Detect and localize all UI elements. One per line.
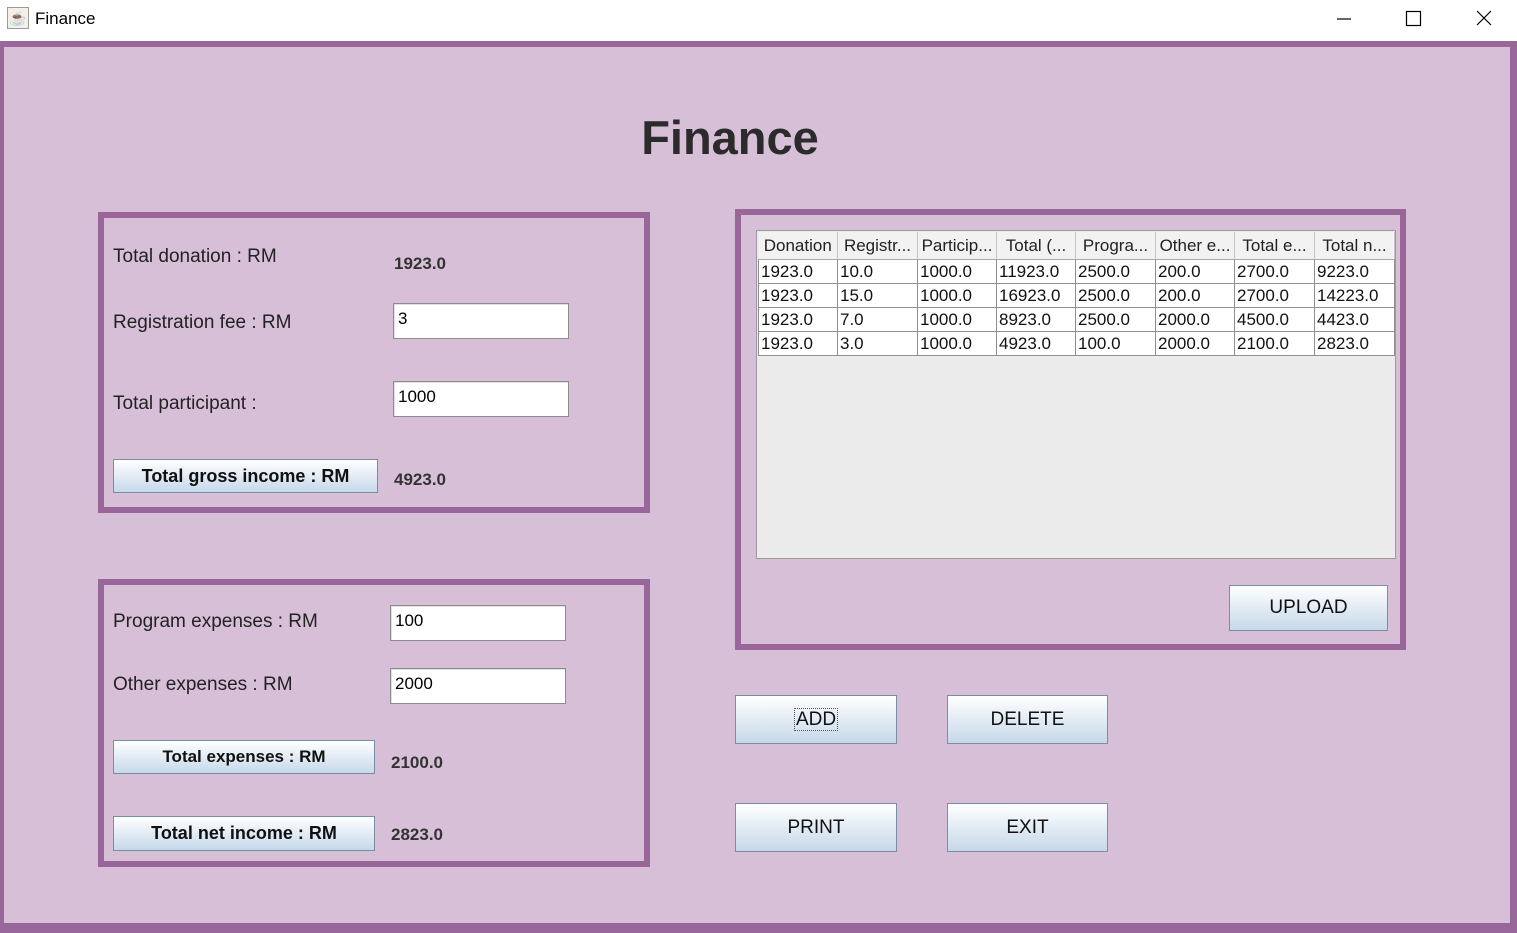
- table-cell[interactable]: 1923.0: [758, 307, 838, 332]
- table-cell[interactable]: 4500.0: [1234, 307, 1315, 332]
- table-row[interactable]: 1923.0 15.0 1000.0 16923.0 2500.0 200.0 2700.0…: [758, 283, 1395, 308]
- minimize-icon: [1337, 18, 1351, 20]
- records-panel: Donation Registr... Particip... Total (... P…: [735, 209, 1406, 650]
- column-header[interactable]: Registr...: [837, 232, 918, 260]
- column-header[interactable]: Total e...: [1234, 232, 1315, 260]
- other-expenses-label: Other expenses : RM: [113, 674, 293, 695]
- net-income-value: 2823.0: [391, 825, 443, 844]
- table-cell[interactable]: 1000.0: [917, 259, 997, 284]
- minimize-button[interactable]: [1320, 0, 1366, 38]
- table-cell[interactable]: 200.0: [1155, 259, 1235, 284]
- total-expenses-value: 2100.0: [391, 753, 443, 772]
- table-cell[interactable]: 8923.0: [996, 307, 1076, 332]
- donation-value: 1923.0: [394, 254, 446, 273]
- participant-label: Total participant :: [113, 393, 257, 414]
- column-header[interactable]: Donation: [758, 232, 838, 260]
- income-panel: Total donation : RM 1923.0 Registration …: [98, 212, 650, 513]
- java-coffee-cup-icon: ☕: [7, 7, 29, 29]
- table-cell[interactable]: 15.0: [837, 283, 918, 308]
- table-cell[interactable]: 10.0: [837, 259, 918, 284]
- column-header[interactable]: Progra...: [1075, 232, 1156, 260]
- page-title: Finance: [641, 111, 819, 164]
- table-cell[interactable]: 16923.0: [996, 283, 1076, 308]
- table-cell[interactable]: 1923.0: [758, 283, 838, 308]
- table-cell[interactable]: 2700.0: [1234, 259, 1315, 284]
- close-button[interactable]: [1460, 0, 1506, 38]
- add-button-label: ADD: [793, 708, 839, 731]
- table-cell[interactable]: 100.0: [1075, 331, 1156, 356]
- table-cell[interactable]: 1000.0: [917, 331, 997, 356]
- delete-button[interactable]: DELETE: [947, 695, 1108, 744]
- column-header[interactable]: Particip...: [917, 232, 997, 260]
- records-table[interactable]: Donation Registr... Particip... Total (... P…: [758, 232, 1395, 356]
- participant-field[interactable]: 1000: [393, 381, 569, 417]
- window-titlebar: ☕ Finance: [0, 0, 1517, 41]
- donation-label: Total donation : RM: [113, 246, 277, 267]
- column-header[interactable]: Total n...: [1314, 232, 1395, 260]
- expenses-panel: Program expenses : RM 100 Other expenses…: [98, 579, 650, 867]
- table-cell[interactable]: 14223.0: [1314, 283, 1395, 308]
- window-title: Finance: [35, 9, 96, 28]
- table-cell[interactable]: 7.0: [837, 307, 918, 332]
- gross-income-button[interactable]: Total gross income : RM: [113, 459, 378, 493]
- table-cell[interactable]: 2700.0: [1234, 283, 1315, 308]
- add-button[interactable]: ADD: [735, 695, 897, 744]
- maximize-button[interactable]: [1390, 0, 1436, 38]
- close-icon: [1476, 10, 1492, 26]
- registration-fee-field[interactable]: 3: [393, 303, 569, 339]
- program-expenses-label: Program expenses : RM: [113, 611, 318, 632]
- print-button[interactable]: PRINT: [735, 803, 897, 852]
- table-cell[interactable]: 2100.0: [1234, 331, 1315, 356]
- table-row[interactable]: 1923.0 10.0 1000.0 11923.0 2500.0 200.0 2700.0…: [758, 259, 1395, 284]
- table-cell[interactable]: 2000.0: [1155, 307, 1235, 332]
- table-cell[interactable]: 1923.0: [758, 331, 838, 356]
- other-expenses-field[interactable]: 2000: [390, 668, 566, 704]
- maximize-icon: [1405, 10, 1422, 27]
- content-pane: Finance Total donation : RM 1923.0 Regis…: [4, 47, 1510, 923]
- table-row[interactable]: 1923.0 3.0 1000.0 4923.0 100.0 2000.0 2100.0 28…: [758, 331, 1395, 356]
- table-cell[interactable]: 200.0: [1155, 283, 1235, 308]
- table-cell[interactable]: 1923.0: [758, 259, 838, 284]
- table-row[interactable]: 1923.0 7.0 1000.0 8923.0 2500.0 2000.0 4500.0 4…: [758, 307, 1395, 332]
- table-cell[interactable]: 2000.0: [1155, 331, 1235, 356]
- table-header-row: Donation Registr... Particip... Total (... P…: [758, 232, 1395, 260]
- table-cell[interactable]: 3.0: [837, 331, 918, 356]
- column-header[interactable]: Total (...: [996, 232, 1076, 260]
- table-cell[interactable]: 4923.0: [996, 331, 1076, 356]
- column-header[interactable]: Other e...: [1155, 232, 1235, 260]
- net-income-button[interactable]: Total net income : RM: [113, 816, 375, 851]
- table-cell[interactable]: 1000.0: [917, 307, 997, 332]
- total-expenses-button[interactable]: Total expenses : RM: [113, 740, 375, 774]
- registration-fee-label: Registration fee : RM: [113, 312, 292, 333]
- table-cell[interactable]: 4423.0: [1314, 307, 1395, 332]
- table-body: 1923.0 10.0 1000.0 11923.0 2500.0 200.0 2700.0…: [758, 259, 1395, 356]
- program-expenses-field[interactable]: 100: [390, 605, 566, 641]
- records-table-container[interactable]: Donation Registr... Particip... Total (... P…: [756, 230, 1396, 559]
- table-cell[interactable]: 2500.0: [1075, 307, 1156, 332]
- upload-button[interactable]: UPLOAD: [1229, 585, 1388, 631]
- table-cell[interactable]: 2823.0: [1314, 331, 1395, 356]
- table-cell[interactable]: 9223.0: [1314, 259, 1395, 284]
- table-cell[interactable]: 11923.0: [996, 259, 1076, 284]
- exit-button[interactable]: EXIT: [947, 803, 1108, 852]
- table-cell[interactable]: 2500.0: [1075, 283, 1156, 308]
- gross-income-value: 4923.0: [394, 470, 446, 489]
- table-cell[interactable]: 2500.0: [1075, 259, 1156, 284]
- table-cell[interactable]: 1000.0: [917, 283, 997, 308]
